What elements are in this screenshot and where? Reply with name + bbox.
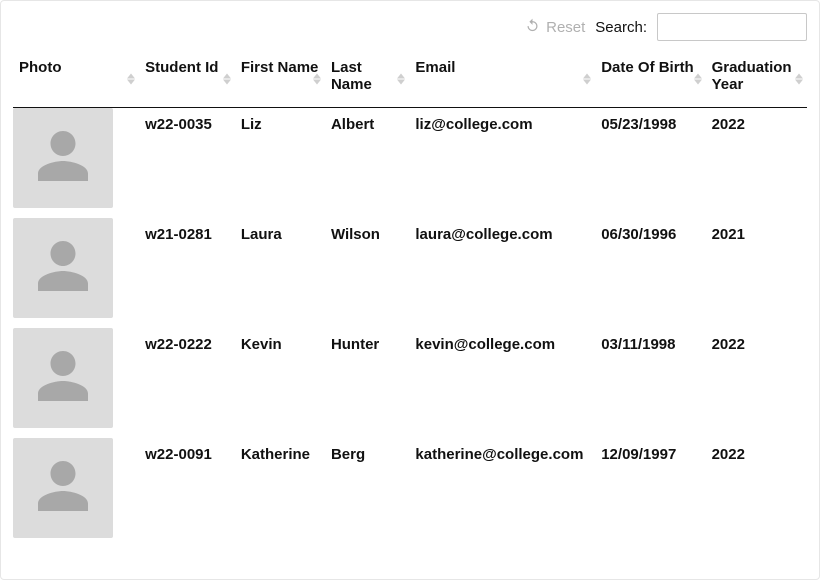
- cell-email: katherine@college.com: [409, 438, 595, 548]
- cell-email: liz@college.com: [409, 108, 595, 218]
- sort-icon[interactable]: [795, 74, 803, 85]
- cell-last-name: Hunter: [325, 328, 409, 438]
- column-header-email[interactable]: Email: [409, 51, 595, 108]
- cell-photo: [13, 438, 139, 548]
- avatar: [13, 218, 113, 318]
- person-icon: [33, 346, 93, 410]
- column-header-first-name[interactable]: First Name: [235, 51, 325, 108]
- search-label: Search:: [595, 19, 647, 36]
- student-table: Photo Student Id First Name Last Name Em…: [13, 51, 807, 548]
- student-table-panel: Reset Search: Photo Student Id First Nam…: [0, 0, 820, 580]
- table-header: Photo Student Id First Name Last Name Em…: [13, 51, 807, 108]
- column-header-dob[interactable]: Date Of Birth: [595, 51, 705, 108]
- person-icon: [33, 126, 93, 190]
- cell-email: laura@college.com: [409, 218, 595, 328]
- person-icon: [33, 236, 93, 300]
- cell-student-id: w22-0035: [139, 108, 235, 218]
- cell-student-id: w22-0091: [139, 438, 235, 548]
- column-label: Student Id: [145, 59, 218, 76]
- cell-first-name: Katherine: [235, 438, 325, 548]
- cell-photo: [13, 328, 139, 438]
- cell-first-name: Kevin: [235, 328, 325, 438]
- table-body: w22-0035LizAlbertliz@college.com05/23/19…: [13, 108, 807, 548]
- cell-photo: [13, 108, 139, 218]
- avatar: [13, 328, 113, 428]
- column-label: First Name: [241, 59, 319, 76]
- cell-first-name: Liz: [235, 108, 325, 218]
- sort-icon[interactable]: [313, 74, 321, 85]
- sort-icon[interactable]: [397, 74, 405, 85]
- cell-photo: [13, 218, 139, 328]
- cell-graduation-year: 2022: [706, 108, 807, 218]
- search-input[interactable]: [657, 13, 807, 41]
- cell-graduation-year: 2022: [706, 328, 807, 438]
- column-label: Photo: [19, 59, 62, 76]
- reset-button[interactable]: Reset: [525, 18, 585, 37]
- avatar: [13, 108, 113, 208]
- table-row: w21-0281LauraWilsonlaura@college.com06/3…: [13, 218, 807, 328]
- column-label: Email: [415, 59, 455, 76]
- cell-first-name: Laura: [235, 218, 325, 328]
- cell-dob: 06/30/1996: [595, 218, 705, 328]
- sort-icon[interactable]: [223, 74, 231, 85]
- table-row: w22-0222KevinHunterkevin@college.com03/1…: [13, 328, 807, 438]
- sort-icon[interactable]: [583, 74, 591, 85]
- sort-icon[interactable]: [694, 74, 702, 85]
- column-label: Date Of Birth: [601, 59, 694, 76]
- table-controls: Reset Search:: [13, 1, 807, 51]
- column-header-photo[interactable]: Photo: [13, 51, 139, 108]
- cell-dob: 03/11/1998: [595, 328, 705, 438]
- reset-label: Reset: [546, 19, 585, 36]
- cell-email: kevin@college.com: [409, 328, 595, 438]
- cell-graduation-year: 2022: [706, 438, 807, 548]
- cell-student-id: w22-0222: [139, 328, 235, 438]
- table-row: w22-0091KatherineBergkatherine@college.c…: [13, 438, 807, 548]
- sort-icon[interactable]: [127, 74, 135, 85]
- cell-last-name: Berg: [325, 438, 409, 548]
- column-header-graduation-year[interactable]: Graduation Year: [706, 51, 807, 108]
- table-row: w22-0035LizAlbertliz@college.com05/23/19…: [13, 108, 807, 218]
- person-icon: [33, 456, 93, 520]
- cell-last-name: Wilson: [325, 218, 409, 328]
- column-label: Last Name: [331, 59, 372, 93]
- cell-graduation-year: 2021: [706, 218, 807, 328]
- column-label: Graduation Year: [712, 59, 792, 93]
- cell-student-id: w21-0281: [139, 218, 235, 328]
- cell-dob: 05/23/1998: [595, 108, 705, 218]
- cell-dob: 12/09/1997: [595, 438, 705, 548]
- avatar: [13, 438, 113, 538]
- undo-icon: [525, 18, 540, 37]
- cell-last-name: Albert: [325, 108, 409, 218]
- column-header-last-name[interactable]: Last Name: [325, 51, 409, 108]
- column-header-student-id[interactable]: Student Id: [139, 51, 235, 108]
